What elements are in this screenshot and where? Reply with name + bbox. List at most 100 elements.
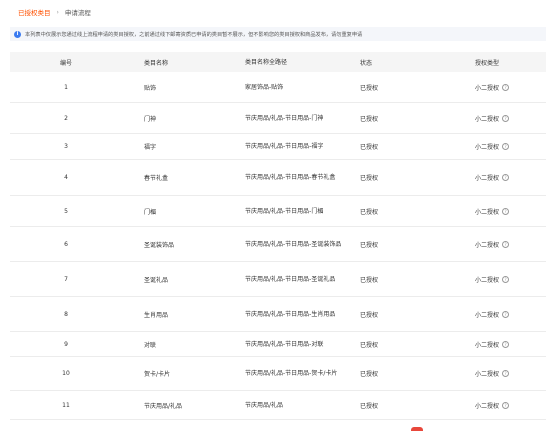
cell-type-text: 小二授权 — [475, 341, 500, 349]
cell-path: 节庆用品/礼品-节日用品-生肖用品 — [245, 297, 347, 331]
cell-status-text: 已授权 — [360, 241, 379, 249]
cell-status: 已授权 — [360, 72, 420, 102]
cell-name: 对联 — [144, 332, 234, 356]
cell-type-text: 小二授权 — [475, 276, 500, 284]
floating-widget[interactable] — [411, 427, 423, 431]
cell-status-text: 已授权 — [360, 208, 379, 216]
cell-type-text: 小二授权 — [475, 241, 500, 249]
cell-type: 小二授权? — [475, 227, 545, 261]
cell-status: 已授权 — [360, 391, 420, 419]
cell-id-text: 1 — [64, 83, 68, 91]
cell-type-text: 小二授权 — [475, 144, 500, 151]
cell-type: 小二授权? — [475, 196, 545, 226]
cell-name-text: 门神 — [144, 115, 157, 123]
question-circle-icon[interactable]: ? — [502, 340, 510, 348]
cell-name: 贴饰 — [144, 72, 234, 102]
cell-name: 圣诞装饰品 — [144, 227, 234, 261]
question-circle-icon[interactable]: ? — [502, 83, 510, 91]
cell-path: 节庆用品/礼品 — [245, 391, 347, 419]
cell-id: 2 — [10, 103, 122, 133]
cell-path-text: 家居饰品-贴饰 — [245, 83, 284, 91]
question-circle-icon[interactable]: ? — [502, 310, 510, 318]
notice-banner: i 本列表中仅展示您通过线上流程申请的类目授权，之前通过线下邮寄资质已申请的类目… — [10, 27, 546, 41]
header-name: 类目名称 — [144, 59, 169, 67]
question-circle-icon[interactable]: ? — [502, 401, 510, 409]
cell-id: 7 — [10, 262, 122, 296]
cell-type-text: 小二授权 — [475, 84, 500, 92]
question-circle-icon[interactable]: ? — [502, 174, 510, 181]
cell-path-text: 节庆用品/礼品-节日用品-门楣 — [245, 207, 324, 215]
header-status: 状态 — [360, 59, 373, 67]
question-circle-icon[interactable]: ? — [502, 275, 510, 283]
cell-id-text: 8 — [64, 310, 68, 318]
table-row: 11 节庆用品/礼品 节庆用品/礼品 已授权 小二授权? — [10, 391, 546, 420]
cell-path: 节庆用品/礼品-节日用品-贺卡/卡片 — [245, 357, 347, 390]
cell-id: 10 — [10, 357, 122, 390]
cell-id-text: 5 — [64, 207, 68, 215]
header-path: 类目名称全路径 — [245, 58, 288, 66]
cell-id-text: 6 — [64, 240, 68, 248]
cell-id: 4 — [10, 160, 122, 195]
cell-id-text: 4 — [64, 174, 68, 181]
cell-type-text: 小二授权 — [475, 115, 500, 123]
cell-type-text: 小二授权 — [475, 208, 500, 216]
cell-type: 小二授权? — [475, 332, 545, 356]
tab-application-process[interactable]: 申请流程 — [65, 7, 91, 17]
cell-id: 1 — [10, 72, 122, 102]
cell-id-text: 2 — [64, 114, 68, 122]
cell-name: 福字 — [144, 134, 234, 159]
cell-id: 9 — [10, 332, 122, 356]
cell-path: 节庆用品/礼品-节日用品-圣诞装饰品 — [245, 227, 347, 261]
cell-path: 节庆用品/礼品-节日用品-门楣 — [245, 196, 347, 226]
cell-id-text: 3 — [64, 143, 68, 150]
cell-name-text: 春节礼盒 — [144, 175, 169, 182]
cell-type: 小二授权? — [475, 134, 545, 159]
cell-type-text: 小二授权 — [475, 311, 500, 319]
cell-status-text: 已授权 — [360, 144, 379, 151]
cell-status-text: 已授权 — [360, 84, 379, 92]
cell-name: 春节礼盒 — [144, 160, 234, 195]
table-row: 4 春节礼盒 节庆用品/礼品-节日用品-春节礼盒 已授权 小二授权? — [10, 160, 546, 196]
cell-status: 已授权 — [360, 227, 420, 261]
cell-path: 节庆用品/礼品-节日用品-门神 — [245, 103, 347, 133]
cell-name: 门楣 — [144, 196, 234, 226]
table-row: 3 福字 节庆用品/礼品-节日用品-福字 已授权 小二授权? — [10, 134, 546, 160]
question-circle-icon[interactable]: ? — [502, 114, 510, 122]
header-id: 编号 — [59, 59, 72, 67]
cell-name-text: 对联 — [144, 341, 157, 349]
chevron-right-icon: › — [56, 8, 59, 16]
cell-id-text: 10 — [62, 370, 70, 377]
cell-path-text: 节庆用品/礼品-节日用品-福字 — [245, 143, 324, 150]
cell-type: 小二授权? — [475, 297, 545, 331]
cell-type: 小二授权? — [475, 160, 545, 195]
cell-type: 小二授权? — [475, 391, 545, 419]
table-row: 1 贴饰 家居饰品-贴饰 已授权 小二授权? — [10, 72, 546, 103]
cell-id: 11 — [10, 391, 122, 419]
cell-path: 节庆用品/礼品-节日用品-春节礼盒 — [245, 160, 347, 195]
cell-type: 小二授权? — [475, 103, 545, 133]
cell-path-text: 节庆用品/礼品-节日用品-圣诞装饰品 — [245, 240, 342, 248]
cell-status-text: 已授权 — [360, 341, 379, 349]
cell-path-text: 节庆用品/礼品 — [245, 401, 284, 409]
tab-authorized-categories[interactable]: 已授权类目 — [18, 7, 51, 17]
cell-status: 已授权 — [360, 103, 420, 133]
cell-name: 生肖用品 — [144, 297, 234, 331]
cell-path: 家居饰品-贴饰 — [245, 72, 347, 102]
cell-type-text: 小二授权 — [475, 371, 500, 378]
table-header: 编号 类目名称 类目名称全路径 状态 授权类型 — [10, 52, 546, 72]
cell-status: 已授权 — [360, 196, 420, 226]
question-circle-icon[interactable]: ? — [502, 207, 510, 215]
cell-status-text: 已授权 — [360, 402, 379, 410]
cell-status: 已授权 — [360, 134, 420, 159]
question-circle-icon[interactable]: ? — [502, 240, 510, 248]
question-circle-icon[interactable]: ? — [502, 143, 510, 150]
table-row: 2 门神 节庆用品/礼品-节日用品-门神 已授权 小二授权? — [10, 103, 546, 134]
cell-type-text: 小二授权 — [475, 402, 500, 410]
question-circle-icon[interactable]: ? — [502, 370, 510, 377]
breadcrumb-tabs: 已授权类目 › 申请流程 — [18, 6, 91, 18]
cell-name-text: 圣诞礼品 — [144, 276, 169, 284]
cell-status: 已授权 — [360, 297, 420, 331]
cell-name-text: 节庆用品/礼品 — [144, 402, 183, 410]
table-row: 6 圣诞装饰品 节庆用品/礼品-节日用品-圣诞装饰品 已授权 小二授权? — [10, 227, 546, 262]
cell-type: 小二授权? — [475, 262, 545, 296]
